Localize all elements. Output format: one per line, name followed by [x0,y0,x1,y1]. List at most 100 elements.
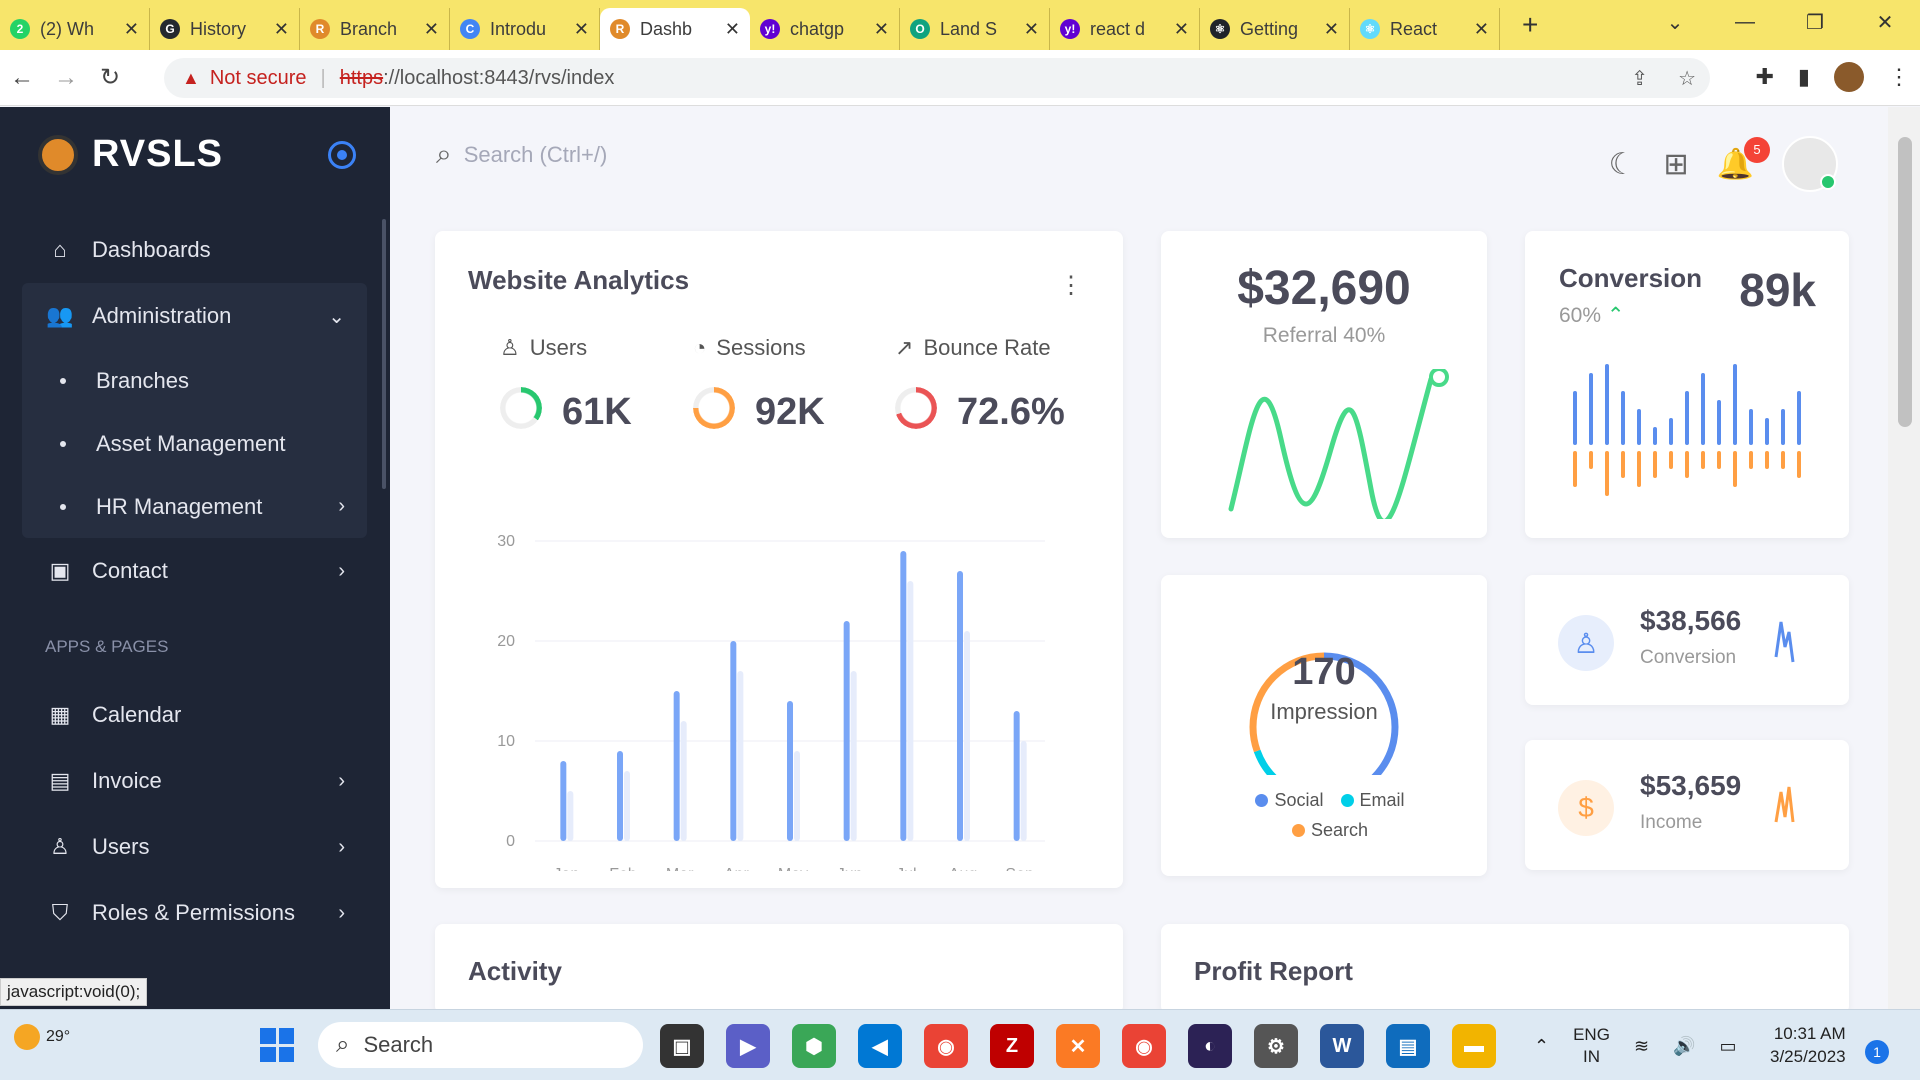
metric-value: 72.6% [957,391,1065,433]
close-tab-icon[interactable]: ✕ [1024,19,1039,40]
volume-icon[interactable]: 🔊 [1673,1036,1695,1057]
revenue-value: $32,690 [1237,262,1411,315]
close-tab-icon[interactable]: ✕ [1174,19,1189,40]
weather-widget[interactable]: 29° [14,1024,70,1050]
close-tab-icon[interactable]: ✕ [274,19,289,40]
sidebar-item-branches[interactable]: Branches [22,349,367,412]
browser-tab[interactable]: ⚛ React ✕ [1350,8,1500,50]
chrome-icon[interactable]: ◉ [924,1024,968,1068]
close-tab-icon[interactable]: ✕ [424,19,439,40]
chrome-active-icon[interactable]: ◉ [1122,1024,1166,1068]
bell-icon[interactable]: 🔔 5 [1717,136,1770,182]
scrollbar-thumb[interactable] [1898,137,1912,427]
sidebar-item-administration[interactable]: 👥 Administration ⌄ [22,283,367,349]
close-tab-icon[interactable]: ✕ [725,19,740,40]
filezilla-icon[interactable]: Z [990,1024,1034,1068]
minimize-icon[interactable]: — [1710,11,1780,34]
sidebar-toggle-icon[interactable] [328,141,356,169]
side-panel-icon[interactable]: ▮ [1798,64,1810,90]
eclipse-icon[interactable]: ◐ [1188,1024,1232,1068]
revenue-subtitle: Referral 40% [1262,324,1386,347]
contact-icon: ▣ [49,558,71,583]
taskbar-search[interactable]: ⌕ Search [318,1022,643,1068]
close-tab-icon[interactable]: ✕ [1324,19,1339,40]
bookmark-star-icon[interactable]: ☆ [1678,66,1696,91]
node-icon[interactable]: ⬢ [792,1024,836,1068]
mini-label: Conversion [1640,647,1737,668]
reload-icon[interactable]: ↻ [88,63,132,92]
close-tab-icon[interactable]: ✕ [574,19,589,40]
page-scrollbar[interactable] [1888,107,1920,1009]
extension-area: ✚ ▮ ⋮ [1755,62,1910,92]
vscode-icon[interactable]: ◀ [858,1024,902,1068]
tab-favicon: R [610,19,630,39]
tab-list-icon[interactable]: ⌄ [1640,10,1710,35]
sidebar-item-users[interactable]: ♙ Users › [22,814,367,880]
notepad-icon[interactable]: ▤ [1386,1024,1430,1068]
sidebar-item-roles[interactable]: ⛉ Roles & Permissions › [22,880,367,946]
metric-sessions: ◔ Sessions 92K [693,335,893,433]
brand[interactable]: RVSLS [38,133,223,176]
browser-tab[interactable]: ⚛ Getting ✕ [1200,8,1350,50]
user-avatar[interactable] [1782,136,1838,192]
sidebar-item-invoice[interactable]: ▤ Invoice › [22,748,367,814]
grid-icon[interactable]: ⊞ [1664,147,1689,182]
close-tab-icon[interactable]: ✕ [1474,19,1489,40]
conversion-bar-down [1701,451,1705,469]
conversion-bar-down [1669,451,1673,469]
settings-icon[interactable]: ⚙ [1254,1024,1298,1068]
close-tab-icon[interactable]: ✕ [874,19,889,40]
omnibox-actions: ⇪ ☆ [1631,66,1696,91]
more-options-icon[interactable]: ⋮ [1059,271,1083,300]
bar [900,551,907,841]
close-window-icon[interactable]: ✕ [1850,10,1920,35]
language-indicator[interactable]: ENG IN [1573,1024,1610,1068]
card-title: Activity [468,956,562,986]
close-tab-icon[interactable]: ✕ [124,19,139,40]
metric-label: Bounce Rate [923,335,1051,360]
back-icon[interactable]: ← [0,64,44,92]
moon-icon[interactable]: ☾ [1609,147,1636,182]
teams-icon[interactable]: ▶ [726,1024,770,1068]
browser-tab[interactable]: C Introdu ✕ [450,8,600,50]
clock[interactable]: 10:31 AM 3/25/2023 [1770,1022,1846,1068]
menu-icon[interactable]: ⋮ [1888,64,1910,90]
chevron-right-icon: › [338,835,345,858]
extensions-icon[interactable]: ✚ [1755,64,1773,90]
wifi-icon[interactable]: ≋ [1634,1036,1649,1057]
new-tab-button[interactable]: + [1522,9,1538,41]
sidebar-item-contact[interactable]: ▣ Contact › [22,538,367,604]
word-icon[interactable]: W [1320,1024,1364,1068]
browser-tab[interactable]: O Land S ✕ [900,8,1050,50]
profile-avatar[interactable] [1834,62,1864,92]
tab-title: react d [1090,18,1146,39]
xampp-icon[interactable]: ✕ [1056,1024,1100,1068]
chevron-up-icon[interactable]: ⌃ [1534,1036,1549,1057]
file-explorer-icon[interactable]: ▬ [1452,1024,1496,1068]
search-input[interactable]: ⌕ Search (Ctrl+/) [436,138,607,171]
restore-icon[interactable]: ❐ [1780,10,1850,35]
url-field[interactable]: ▲ Not secure | https ://localhost:8443/r… [164,58,1710,98]
sidebar-item-dashboards[interactable]: ⌂ Dashboards [22,217,367,283]
sidebar-item-asset-management[interactable]: Asset Management [22,412,367,475]
task-view-icon[interactable]: ▣ [660,1024,704,1068]
browser-tab[interactable]: G History ✕ [150,8,300,50]
conversion-title: Conversion [1559,263,1703,293]
notification-count[interactable]: 1 [1865,1040,1889,1064]
forward-icon[interactable]: → [44,64,88,92]
browser-tab[interactable]: y! chatgp ✕ [750,8,900,50]
weather-icon [14,1024,40,1050]
share-icon[interactable]: ⇪ [1631,66,1648,91]
browser-tab[interactable]: y! react d ✕ [1050,8,1200,50]
start-button[interactable] [260,1028,294,1062]
sidebar-scrollbar[interactable] [382,219,386,489]
browser-tab[interactable]: R Dashb ✕ [600,8,750,50]
battery-icon[interactable]: ▭ [1719,1036,1736,1057]
browser-tab[interactable]: R Branch ✕ [300,8,450,50]
browser-tab[interactable]: 2 (2) Wh ✕ [0,8,150,50]
sidebar-item-label: Branches [96,367,189,393]
conversion-bar-up [1749,409,1753,445]
sidebar-item-label: Calendar [92,702,182,727]
sidebar-item-calendar[interactable]: ▦ Calendar [22,682,367,748]
sidebar-item-hr-management[interactable]: HR Management › [22,475,367,538]
